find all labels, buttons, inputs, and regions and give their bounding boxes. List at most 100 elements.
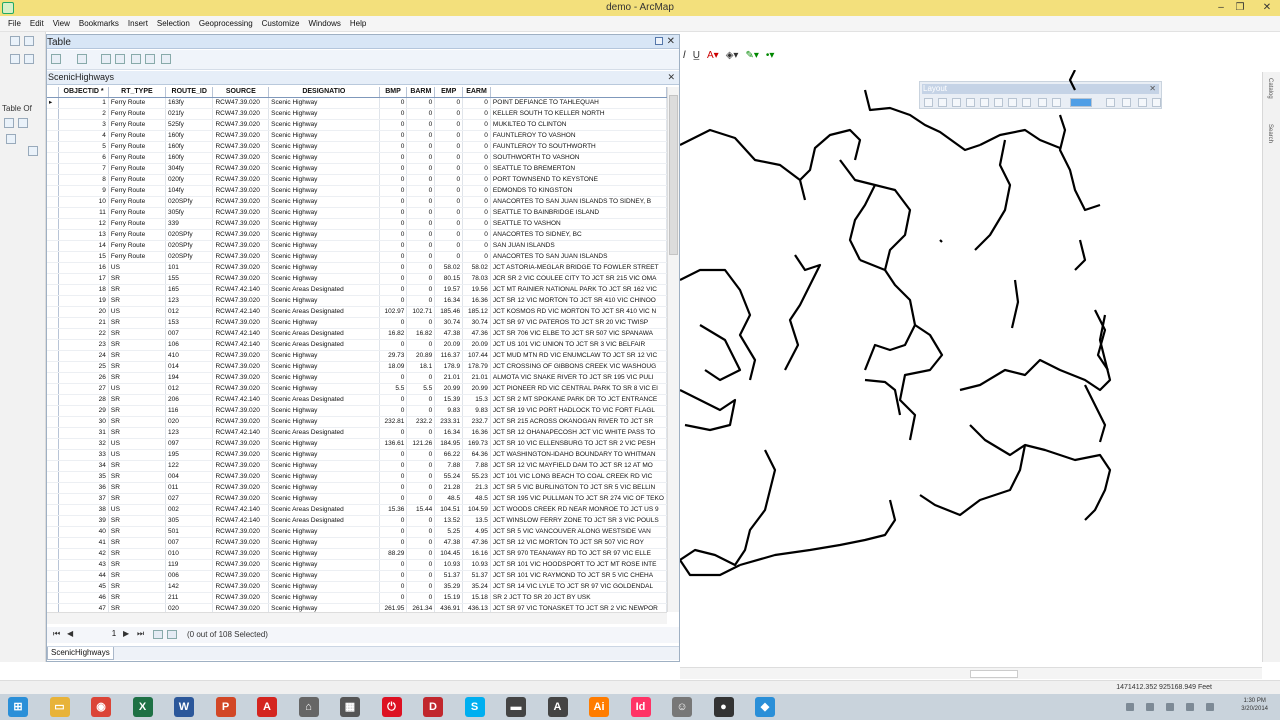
table-cell[interactable]: 0: [434, 229, 464, 241]
table-row[interactable]: 17 SR 155 RCW47.39.020 Scenic Highway 0 0 80.15…: [47, 273, 667, 285]
table-cell[interactable]: SR: [108, 427, 167, 439]
table-cell[interactable]: Ferry Route: [108, 174, 167, 186]
table-cell[interactable]: 436.91: [434, 603, 464, 612]
table-cell[interactable]: Scenic Highway: [268, 537, 380, 549]
table-cell[interactable]: 436.13: [462, 603, 491, 612]
table-cell[interactable]: Ferry Route: [108, 119, 167, 131]
table-cell[interactable]: SR: [108, 548, 167, 560]
table-cell[interactable]: 16: [58, 262, 109, 274]
table-cell[interactable]: JCT US 101 VIC UNION TO JCT SR 3 VIC BEL…: [490, 339, 667, 351]
table-cell[interactable]: 123: [165, 427, 214, 439]
table-cell[interactable]: 13: [58, 229, 109, 241]
row-selector[interactable]: [47, 581, 60, 593]
table-row[interactable]: 44 SR 006 RCW47.39.020 Scenic Highway 0 0 51.37…: [47, 570, 667, 582]
table-cell[interactable]: RCW47.39.020: [212, 383, 270, 395]
table-cell[interactable]: 21.01: [462, 372, 491, 384]
table-cell[interactable]: 0: [434, 185, 464, 197]
table-cell[interactable]: 0: [379, 152, 408, 164]
row-selector[interactable]: [47, 240, 60, 252]
table-cell[interactable]: 35.29: [434, 581, 464, 593]
table-cell[interactable]: 185.12: [462, 306, 491, 318]
volume-icon[interactable]: [1186, 703, 1194, 711]
table-cell[interactable]: 36: [58, 482, 109, 494]
table-cell[interactable]: RCW47.39.020: [212, 240, 270, 252]
network-icon[interactable]: [1166, 703, 1174, 711]
table-cell[interactable]: RCW47.42.140: [212, 328, 270, 340]
table-cell[interactable]: 0: [379, 592, 408, 604]
table-cell[interactable]: 155: [165, 273, 214, 285]
italic-icon[interactable]: 𝐼: [683, 50, 686, 61]
zoom-to-selected-icon[interactable]: [145, 54, 155, 64]
table-row[interactable]: 35 SR 004 RCW47.39.020 Scenic Highway 0 0 55.24…: [47, 471, 667, 483]
table-cell[interactable]: US: [108, 449, 167, 461]
table-cell[interactable]: 18.09: [379, 361, 408, 373]
table-cell[interactable]: US: [108, 504, 167, 516]
table-cell[interactable]: 20.09: [462, 339, 491, 351]
table-cell[interactable]: RCW47.39.020: [212, 174, 270, 186]
table-cell[interactable]: 0: [379, 581, 408, 593]
table-cell[interactable]: JCT SR 2 MT SPOKANE PARK DR TO JCT ENTRA…: [490, 394, 667, 406]
table-cell[interactable]: Scenic Highway: [268, 416, 380, 428]
table-cell[interactable]: JCT WINSLOW FERRY ZONE TO JCT SR 3 VIC P…: [490, 515, 667, 527]
table-cell[interactable]: 7.88: [434, 460, 464, 472]
table-cell[interactable]: FAUNTLEROY TO VASHON: [490, 130, 667, 142]
row-selector[interactable]: [47, 251, 60, 263]
row-selector[interactable]: [47, 229, 60, 241]
table-row[interactable]: 2 Ferry Route 021fy RCW47.39.020 Scenic High…: [47, 108, 667, 120]
table-cell[interactable]: Scenic Highway: [268, 471, 380, 483]
column-header[interactable]: ROUTE_ID: [165, 87, 214, 98]
table-horizontal-scrollbar[interactable]: [47, 612, 667, 624]
table-row[interactable]: 34 SR 122 RCW47.39.020 Scenic Highway 0 0 7.88 7…: [47, 460, 667, 472]
table-cell[interactable]: 0: [462, 251, 491, 263]
line-color-icon[interactable]: ✎▾: [745, 50, 758, 61]
table-cell[interactable]: JCT SR 101 VIC HOODSPORT TO JCT MT ROSE …: [490, 559, 667, 571]
table-cell[interactable]: 020: [165, 416, 214, 428]
column-header[interactable]: EMP: [434, 87, 464, 98]
table-cell[interactable]: 0: [379, 240, 408, 252]
table-cell[interactable]: Scenic Highway: [268, 152, 380, 164]
table-cell[interactable]: Scenic Highway: [268, 185, 380, 197]
table-cell[interactable]: JCT CROSSING OF GIBBONS CREEK VIC WASHOU…: [490, 361, 667, 373]
row-selector[interactable]: [47, 515, 60, 527]
table-cell[interactable]: 0: [406, 526, 436, 538]
marker-color-icon[interactable]: •▾: [766, 50, 775, 61]
row-selector[interactable]: [47, 317, 60, 329]
table-cell[interactable]: Ferry Route: [108, 141, 167, 153]
table-cell[interactable]: 16.82: [379, 328, 408, 340]
table-cell[interactable]: Scenic Highway: [268, 493, 380, 505]
table-cell[interactable]: 0: [406, 460, 436, 472]
table-cell[interactable]: 0: [379, 207, 408, 219]
table-row[interactable]: 11 Ferry Route 305fy RCW47.39.020 Scenic Hig…: [47, 207, 667, 219]
table-cell[interactable]: 51.37: [462, 570, 491, 582]
table-cell[interactable]: 47.38: [434, 328, 464, 340]
table-cell[interactable]: Ferry Route: [108, 196, 167, 208]
table-cell[interactable]: POINT DEFIANCE TO TAHLEQUAH: [490, 97, 667, 109]
table-cell[interactable]: JCT SR 97 VIC TONASKET TO JCT SR 2 VIC N…: [490, 603, 667, 612]
table-cell[interactable]: 9: [58, 185, 109, 197]
column-header[interactable]: RT_TYPE: [108, 87, 167, 98]
taskbar-illustrator-icon[interactable]: Ai: [589, 697, 609, 717]
table-cell[interactable]: 39: [58, 515, 109, 527]
table-cell[interactable]: 10: [58, 196, 109, 208]
menu-edit[interactable]: Edit: [30, 16, 44, 32]
table-cell[interactable]: Scenic Highway: [268, 482, 380, 494]
table-cell[interactable]: 211: [165, 592, 214, 604]
table-cell[interactable]: 15.39: [434, 394, 464, 406]
table-cell[interactable]: 0: [379, 130, 408, 142]
table-cell[interactable]: RCW47.39.020: [212, 548, 270, 560]
table-cell[interactable]: 0: [406, 141, 436, 153]
table-row[interactable]: 20 US 012 RCW47.42.140 Scenic Areas Designat…: [47, 306, 667, 318]
table-cell[interactable]: 101: [165, 262, 214, 274]
table-cell[interactable]: 0: [462, 174, 491, 186]
table-cell[interactable]: Ferry Route: [108, 163, 167, 175]
table-cell[interactable]: 16.36: [462, 427, 491, 439]
table-cell[interactable]: 58.02: [462, 262, 491, 274]
row-selector[interactable]: [47, 603, 60, 612]
table-cell[interactable]: 1: [58, 97, 109, 109]
table-cell[interactable]: 13.52: [434, 515, 464, 527]
table-cell[interactable]: Scenic Highway: [268, 548, 380, 560]
table-cell[interactable]: FAUNTLEROY TO SOUTHWORTH: [490, 141, 667, 153]
table-cell[interactable]: 25: [58, 361, 109, 373]
table-cell[interactable]: 012: [165, 306, 214, 318]
table-cell[interactable]: 0: [406, 570, 436, 582]
